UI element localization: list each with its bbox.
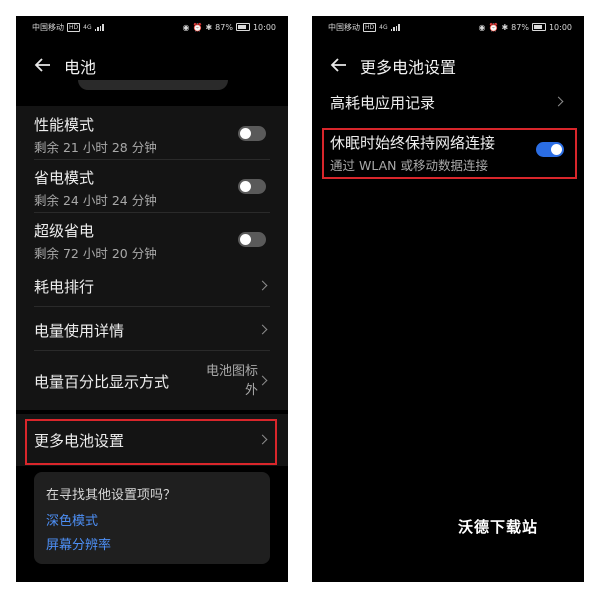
signal-icon <box>390 23 400 31</box>
mode-remaining: 剩余 24 小时 24 分钟 <box>34 193 157 208</box>
more-battery-settings-screen: 中国移动 HD 4G ◉ ⏰ ✱ 87% 10:00 更多电池设置 高耗电应用记… <box>312 16 584 582</box>
highlight-box <box>322 128 577 179</box>
list-item-power-ranking[interactable]: 耗电排行 <box>16 262 288 306</box>
alarm-icon: ⏰ <box>488 22 499 32</box>
mode-label: 省电模式 <box>34 169 95 187</box>
suggestion-question: 在寻找其他设置项吗？ <box>46 488 177 503</box>
battery-items-card: 耗电排行 电量使用详情 电量百分比显示方式 电池图标 外 <box>16 262 288 410</box>
carrier-text: 中国移动 <box>328 22 360 32</box>
network-type: 4G <box>379 23 388 31</box>
battery-screen: 中国移动 HD 4G ◉ ⏰ ✱ 87% 10:00 电池 性能模式 剩余 21… <box>16 16 288 582</box>
mode-label: 性能模式 <box>34 116 95 134</box>
battery-icon <box>531 23 546 31</box>
bluetooth-icon: ✱ <box>205 22 213 32</box>
item-label: 高耗电应用记录 <box>330 94 436 112</box>
bluetooth-icon: ✱ <box>501 22 509 32</box>
clock: 10:00 <box>252 22 276 32</box>
page-title: 更多电池设置 <box>360 58 457 77</box>
status-bar: 中国移动 HD 4G ◉ ⏰ ✱ 87% 10:00 <box>16 16 288 38</box>
performance-mode-toggle[interactable] <box>238 126 266 141</box>
item-label: 电量使用详情 <box>34 322 125 340</box>
hd-badge: HD <box>363 22 377 32</box>
battery-percent: 87% <box>511 22 529 32</box>
battery-percent: 87% <box>215 22 233 32</box>
carrier-text: 中国移动 <box>32 22 64 32</box>
percentage-display-value: 电池图标 外 <box>206 362 258 400</box>
power-saving-mode-toggle[interactable] <box>238 179 266 194</box>
battery-icon <box>235 23 250 31</box>
mode-row-power-saving[interactable]: 省电模式 剩余 24 小时 24 分钟 <box>16 159 288 212</box>
mode-remaining: 剩余 72 小时 20 分钟 <box>34 246 157 261</box>
page-header: 电池 <box>16 50 288 80</box>
value-line: 电池图标 <box>205 364 258 379</box>
page-header: 更多电池设置 <box>312 50 584 80</box>
list-item-usage-details[interactable]: 电量使用详情 <box>16 306 288 350</box>
ultra-power-saving-toggle[interactable] <box>238 232 266 247</box>
alarm-icon: ⏰ <box>192 22 203 32</box>
list-item-high-power-apps[interactable]: 高耗电应用记录 <box>312 84 584 124</box>
page-title: 电池 <box>64 58 97 77</box>
scroll-handle <box>78 80 228 90</box>
chevron-right-icon <box>257 375 268 386</box>
mode-row-ultra-saving[interactable]: 超级省电 剩余 72 小时 20 分钟 <box>16 212 288 266</box>
item-label: 耗电排行 <box>34 278 95 296</box>
eye-icon: ◉ <box>182 22 190 32</box>
screen-resolution-link[interactable]: 屏幕分辨率 <box>46 534 111 553</box>
mode-row-performance[interactable]: 性能模式 剩余 21 小时 28 分钟 <box>16 106 288 159</box>
highlight-box <box>25 419 277 465</box>
chevron-right-icon <box>257 324 268 335</box>
network-type: 4G <box>83 23 92 31</box>
chevron-right-icon <box>553 96 564 107</box>
mode-remaining: 剩余 21 小时 28 分钟 <box>34 140 157 155</box>
chevron-right-icon <box>257 280 268 291</box>
suggestion-card: 在寻找其他设置项吗？ 深色模式 屏幕分辨率 <box>34 472 270 564</box>
list-item-percentage-display[interactable]: 电量百分比显示方式 电池图标 外 <box>16 350 288 410</box>
hd-badge: HD <box>67 22 81 32</box>
power-mode-card: 性能模式 剩余 21 小时 28 分钟 省电模式 剩余 24 小时 24 分钟 … <box>16 106 288 266</box>
mode-label: 超级省电 <box>34 222 95 240</box>
back-arrow-icon[interactable] <box>330 56 348 74</box>
value-line: 外 <box>244 383 258 398</box>
signal-icon <box>94 23 104 31</box>
status-bar: 中国移动 HD 4G ◉ ⏰ ✱ 87% 10:00 <box>312 16 584 38</box>
clock: 10:00 <box>548 22 572 32</box>
dark-mode-link[interactable]: 深色模式 <box>46 510 98 529</box>
back-arrow-icon[interactable] <box>34 56 52 74</box>
eye-icon: ◉ <box>478 22 486 32</box>
watermark: 沃德下载站 <box>458 518 539 536</box>
item-label: 电量百分比显示方式 <box>34 373 170 391</box>
